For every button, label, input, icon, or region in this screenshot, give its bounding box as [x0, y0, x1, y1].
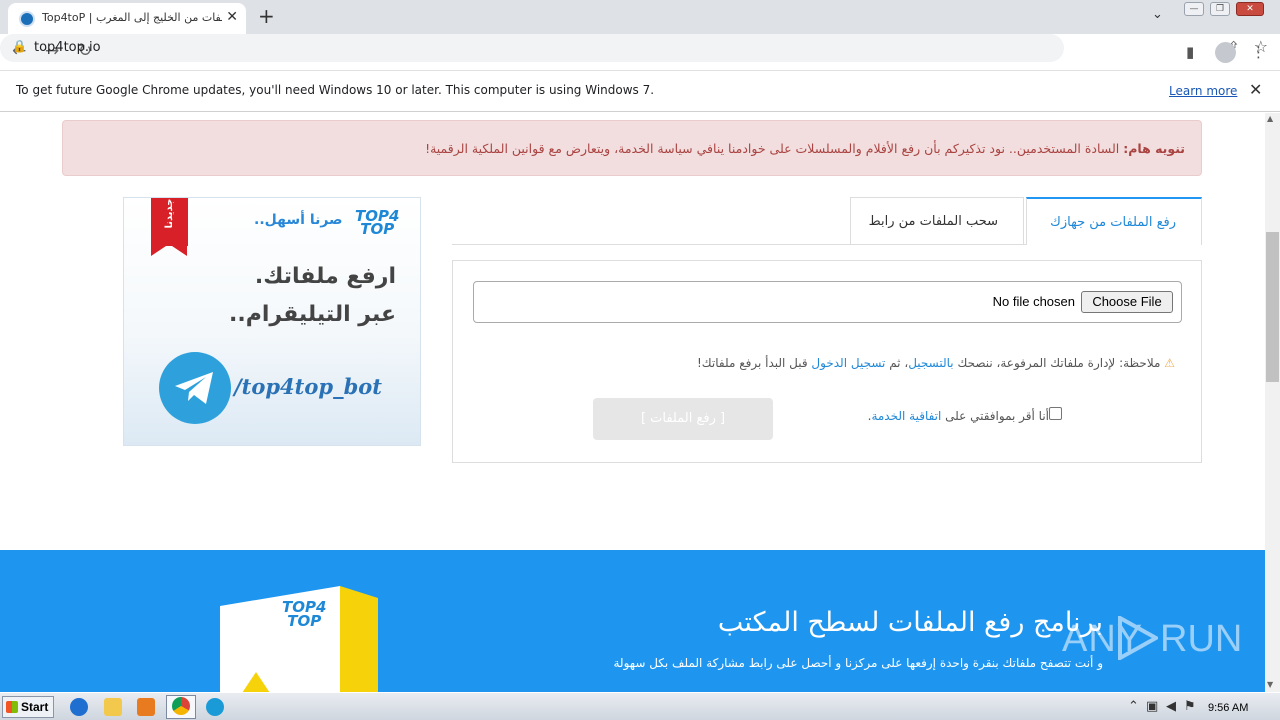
address-bar[interactable]: 🔒 top4top.io ⇪ ☆: [0, 34, 1268, 62]
ad-ribbon: جديدنا: [151, 198, 188, 246]
start-label: Start: [21, 700, 49, 714]
media-player-icon[interactable]: [137, 698, 155, 716]
learn-more-link[interactable]: Learn more: [1169, 84, 1237, 98]
agree-label: أنا أقر بموافقتي على اتفاقية الخدمة.: [868, 409, 1049, 423]
tab-upload-device-label: رفع الملفات من جهازك: [1050, 215, 1176, 230]
ad-line-1: ارفع ملفاتك.: [254, 264, 396, 289]
lock-icon[interactable]: 🔒: [12, 39, 27, 53]
windows-logo-icon: [6, 701, 18, 713]
register-link[interactable]: بالتسجيل: [908, 356, 953, 370]
note-suffix: قبل البدأ برفع ملفاتك!: [697, 356, 812, 370]
tab-search-chevron-icon[interactable]: ⌄: [1152, 7, 1163, 22]
tray-expand-icon[interactable]: ⌃: [1128, 699, 1139, 714]
tab-title: Top4toP | ملفات من الخليج إلى المغرب: [42, 11, 222, 24]
agree-prefix: أنا أقر بموافقتي على: [941, 409, 1049, 423]
restore-icon[interactable]: ❐: [1210, 2, 1230, 16]
favicon-icon: [19, 11, 35, 27]
choose-file-button[interactable]: Choose File: [1081, 291, 1173, 313]
volume-icon[interactable]: ◀: [1166, 699, 1176, 714]
ad-slogan: صرنا أسهل..: [254, 212, 343, 228]
browser-toolbar: ← → ↻ 🔒 top4top.io ⇪ ☆ ▮ ⋮: [0, 34, 1280, 71]
side-panel-icon[interactable]: ▮: [1186, 43, 1194, 61]
play-icon: [1118, 616, 1158, 660]
update-infobar: To get future Google Chrome updates, you…: [0, 71, 1280, 112]
desktop-app-section: TOP4 TOP برنامج رفع الملفات لسطح المكتب و…: [0, 550, 1265, 692]
tab-from-link[interactable]: سحب الملفات من رابط: [850, 197, 1024, 244]
telegram-icon: [159, 352, 231, 424]
browser-tab[interactable]: Top4toP | ملفات من الخليج إلى المغرب ✕: [8, 3, 246, 34]
box-logo-bottom: TOP: [287, 612, 322, 630]
ad-logo: TOP4 TOP: [355, 209, 399, 238]
desktop-app-title: برنامج رفع الملفات لسطح المكتب: [717, 607, 1103, 638]
network-icon[interactable]: ▣: [1146, 699, 1158, 714]
url-text[interactable]: top4top.io: [34, 40, 101, 55]
minimize-icon[interactable]: —: [1184, 2, 1204, 16]
software-box-image: TOP4 TOP: [220, 586, 378, 692]
warning-icon: ⚠: [1164, 356, 1175, 370]
tab-from-link-label: سحب الملفات من رابط: [868, 214, 998, 229]
upload-panel: Choose File No file chosen ⚠ ملاحظة: لإد…: [452, 260, 1202, 463]
tab-close-icon[interactable]: ✕: [226, 9, 238, 25]
infobar-message: To get future Google Chrome updates, you…: [16, 83, 655, 97]
ad-bot-handle: /top4top_bot: [234, 374, 382, 399]
anyrun-watermark: ANY RUN: [1062, 610, 1242, 680]
scroll-down-icon[interactable]: ▼: [1267, 680, 1273, 689]
upload-submit-button[interactable]: [ رفع الملفات ]: [593, 398, 773, 440]
agree-checkbox[interactable]: [1049, 407, 1062, 420]
notice-alert: تنويه هام: السادة المستخدمين.. نود تذكير…: [62, 120, 1202, 176]
chrome-icon: [172, 697, 190, 715]
windows-taskbar: Start ⌃ ▣ ◀ ⚑ 9:56 AM: [0, 692, 1280, 720]
note-prefix: ملاحظة: لإدارة ملفاتك المرفوعة، ننصحك: [953, 356, 1161, 370]
notice-bold: تنويه هام:: [1123, 141, 1185, 156]
explorer-icon[interactable]: [104, 698, 122, 716]
telegram-bot-ad[interactable]: جديدنا TOP4 TOP صرنا أسهل.. ارفع ملفاتك. …: [123, 197, 421, 446]
notice-text: تنويه هام: السادة المستخدمين.. نود تذكير…: [425, 141, 1185, 156]
no-file-label: No file chosen: [992, 294, 1075, 309]
profile-avatar[interactable]: [1215, 42, 1236, 63]
scrollbar-track[interactable]: [1265, 113, 1280, 692]
tab-upload-device[interactable]: رفع الملفات من جهازك: [1026, 197, 1202, 245]
scroll-up-icon[interactable]: ▲: [1267, 114, 1273, 123]
upload-note: ⚠ ملاحظة: لإدارة ملفاتك المرفوعة، ننصحك …: [697, 356, 1175, 370]
scrollbar-thumb[interactable]: [1266, 232, 1279, 382]
file-input[interactable]: Choose File No file chosen: [473, 281, 1182, 323]
ie-icon[interactable]: [70, 698, 88, 716]
edge-icon[interactable]: [206, 698, 224, 716]
page-content: تنويه هام: السادة المستخدمين.. نود تذكير…: [0, 113, 1265, 692]
menu-icon[interactable]: ⋮: [1251, 43, 1266, 61]
box-logo: TOP4 TOP: [282, 600, 326, 630]
action-center-flag-icon[interactable]: ⚑: [1184, 699, 1196, 714]
notice-body: السادة المستخدمين.. نود تذكيركم بأن رفع …: [425, 141, 1124, 156]
ribbon-text: جديدنا: [164, 198, 175, 229]
ad-line-2: عبر التيليقرام..: [229, 302, 396, 327]
new-tab-button[interactable]: +: [258, 4, 275, 28]
terms-link[interactable]: اتفاقية الخدمة: [871, 409, 941, 423]
login-link[interactable]: تسجيل الدخول: [811, 356, 885, 370]
ad-logo-bottom: TOP: [360, 220, 395, 238]
window-close-icon[interactable]: ✕: [1236, 2, 1264, 16]
infobar-close-icon[interactable]: ✕: [1249, 80, 1262, 99]
note-mid: ، ثم: [885, 356, 909, 370]
desktop-app-subtitle: و أنت تتصفح ملفاتك بنقرة واحدة إرفعها عل…: [613, 656, 1104, 670]
ribbon-tail: [151, 244, 187, 256]
watermark-run: RUN: [1160, 618, 1243, 660]
clock[interactable]: 9:56 AM: [1208, 702, 1248, 714]
